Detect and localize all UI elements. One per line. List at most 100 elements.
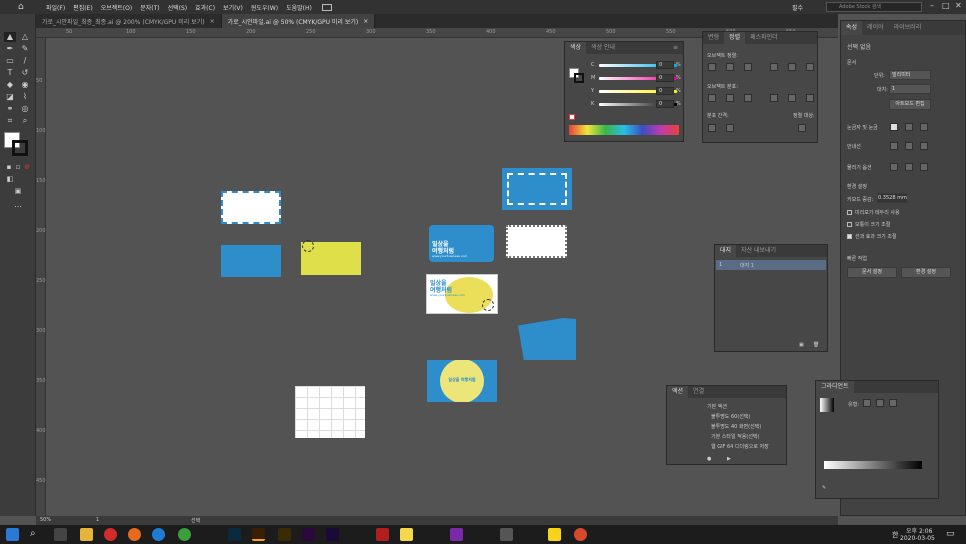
more-tools-icon[interactable]: ⋯ bbox=[12, 202, 24, 212]
kakaotalk-icon[interactable] bbox=[548, 528, 561, 541]
keyboard-increment-input[interactable]: 0.3528 mm bbox=[877, 193, 907, 203]
tab-gradient[interactable]: 그라디언트 bbox=[816, 381, 854, 393]
bridge-icon[interactable] bbox=[278, 528, 291, 541]
draw-mode-icon[interactable]: ◧ bbox=[4, 174, 16, 184]
record-icon[interactable]: ● bbox=[707, 456, 711, 462]
minimize-icon[interactable]: – bbox=[930, 1, 934, 10]
scale-corners-checkbox[interactable] bbox=[847, 222, 852, 227]
tab-color-guide[interactable]: 색상 안내 bbox=[586, 42, 620, 54]
home-icon[interactable]: ⌂ bbox=[18, 2, 28, 12]
eyedropper-icon[interactable]: ⌇ bbox=[19, 92, 31, 102]
black-value-input[interactable]: 0 bbox=[656, 100, 674, 108]
lock-guides-icon[interactable] bbox=[905, 142, 913, 150]
artwork-blue-frame[interactable] bbox=[502, 168, 572, 210]
business-card-circle[interactable]: 일상을 여행처럼 bbox=[427, 360, 497, 402]
tab-artboards[interactable]: 대지 bbox=[715, 245, 737, 257]
curvature-icon[interactable]: ✎ bbox=[19, 44, 31, 54]
snap-grid-icon[interactable] bbox=[905, 163, 913, 171]
eraser-icon[interactable]: ◆ bbox=[4, 80, 16, 90]
cyan-value-input[interactable]: 0 bbox=[656, 61, 674, 69]
screen-mode-icon[interactable]: ▣ bbox=[12, 186, 24, 196]
zoom-dropdown[interactable]: 50% bbox=[40, 517, 51, 523]
zoom-icon[interactable]: ⌕ bbox=[19, 116, 31, 126]
rectangle-tool-icon[interactable]: ▭ bbox=[4, 56, 16, 66]
type-tool-icon[interactable]: T bbox=[4, 68, 16, 78]
tab-close-icon[interactable]: × bbox=[210, 18, 215, 25]
layout-switch-icon[interactable] bbox=[321, 3, 332, 11]
action-row[interactable]: 기본 액션 bbox=[707, 403, 727, 410]
artwork-yellow-rect[interactable] bbox=[301, 240, 361, 275]
distribute-vcenter-icon[interactable] bbox=[726, 94, 734, 102]
close-icon[interactable]: ✕ bbox=[955, 1, 962, 10]
tab-color[interactable]: 색상 bbox=[565, 42, 587, 54]
chrome-icon[interactable] bbox=[178, 528, 191, 541]
tab-doc-2[interactable]: 가로_시안파일.ai @ 50% (CMYK/GPU 미리 보기) × bbox=[221, 14, 376, 28]
chrome-2-icon[interactable] bbox=[574, 528, 587, 541]
tab-libraries[interactable]: 라이브러리 bbox=[889, 21, 927, 35]
menu-window[interactable]: 윈도우(W) bbox=[247, 3, 282, 12]
maximize-icon[interactable]: □ bbox=[942, 1, 950, 10]
rotate-icon[interactable]: ↺ bbox=[19, 68, 31, 78]
guides-toggle-icon[interactable] bbox=[890, 142, 898, 150]
new-artboard-icon[interactable]: ▣ bbox=[799, 342, 804, 348]
menu-edit[interactable]: 편집(E) bbox=[69, 3, 97, 12]
artboard-row[interactable]: 1 대지 1 bbox=[716, 260, 826, 270]
artboard-tool-icon[interactable]: ⌗ bbox=[4, 116, 16, 126]
artwork-blue-rect[interactable] bbox=[221, 245, 281, 277]
distribute-vspace-icon[interactable] bbox=[708, 124, 716, 132]
photoshop-icon[interactable] bbox=[228, 528, 241, 541]
after-effects-icon[interactable] bbox=[326, 528, 339, 541]
yellow-value-input[interactable]: 0 bbox=[656, 87, 674, 95]
align-right-icon[interactable] bbox=[744, 63, 752, 71]
align-top-icon[interactable] bbox=[770, 63, 778, 71]
action-row[interactable]: 기본 스타일 적용(선택) bbox=[711, 433, 759, 440]
ruler-toggle-icon[interactable] bbox=[890, 123, 898, 131]
edge-icon[interactable] bbox=[152, 528, 165, 541]
tab-properties[interactable]: 속성 bbox=[841, 21, 863, 35]
menu-type[interactable]: 문자(T) bbox=[136, 3, 163, 12]
stroke-swatch[interactable] bbox=[12, 140, 28, 156]
artwork-white-stamp[interactable] bbox=[506, 225, 567, 258]
menu-object[interactable]: 오브젝트(O) bbox=[97, 3, 137, 12]
tab-actions[interactable]: 액션 bbox=[667, 386, 689, 398]
artboard-nav-value[interactable]: 1 bbox=[96, 517, 99, 523]
search-icon[interactable]: ⌕ bbox=[30, 528, 43, 541]
distribute-right-icon[interactable] bbox=[806, 94, 814, 102]
notification-icon[interactable]: ▭ bbox=[946, 529, 955, 539]
stroke-swatch[interactable] bbox=[574, 73, 584, 83]
artwork-white-dashed[interactable] bbox=[221, 191, 281, 224]
distribute-left-icon[interactable] bbox=[770, 94, 778, 102]
artwork-skewed-blue[interactable] bbox=[518, 318, 576, 360]
tab-layers[interactable]: 레이어 bbox=[862, 21, 889, 35]
grid-toggle-icon[interactable] bbox=[905, 123, 913, 131]
tab-pathfinder[interactable]: 패스파인더 bbox=[745, 32, 783, 44]
task-view-icon[interactable] bbox=[54, 528, 67, 541]
action-row[interactable]: 불투명도 40 화면(선택) bbox=[711, 423, 761, 430]
distribute-bottom-icon[interactable] bbox=[744, 94, 752, 102]
edit-artboards-button[interactable]: 아트보드 편집 bbox=[889, 99, 931, 110]
gradient-swatch[interactable] bbox=[820, 398, 834, 412]
freeform-gradient-icon[interactable] bbox=[889, 399, 897, 407]
scale-strokes-checkbox[interactable] bbox=[847, 234, 852, 239]
eyedropper-icon[interactable]: ✎ bbox=[822, 485, 826, 491]
none-color-swatch[interactable] bbox=[569, 114, 575, 120]
symbol-sprayer-icon[interactable]: ◎ bbox=[19, 104, 31, 114]
align-to-icon[interactable] bbox=[798, 124, 806, 132]
tab-transform[interactable]: 변형 bbox=[703, 32, 724, 44]
panel-menu-icon[interactable]: ≡ bbox=[668, 42, 683, 54]
none-mode-icon[interactable]: ⊘ bbox=[21, 162, 33, 172]
selection-tool-icon[interactable]: ▲ bbox=[4, 32, 16, 42]
menu-help[interactable]: 도움말(H) bbox=[282, 3, 316, 12]
ime-indicator[interactable]: 한 bbox=[892, 530, 898, 540]
align-bottom-icon[interactable] bbox=[806, 63, 814, 71]
premiere-icon[interactable] bbox=[302, 528, 315, 541]
transparency-grid-icon[interactable] bbox=[920, 123, 928, 131]
pen-tool-icon[interactable]: ✒ bbox=[4, 44, 16, 54]
blend-icon[interactable]: ⚭ bbox=[4, 104, 16, 114]
business-card-white[interactable]: 일상을 여행처럼 www.yourbusiness.com bbox=[426, 274, 498, 314]
preview-bounds-checkbox[interactable] bbox=[847, 210, 852, 215]
distribute-hcenter-icon[interactable] bbox=[788, 94, 796, 102]
magenta-value-input[interactable]: 0 bbox=[656, 74, 674, 82]
tab-align[interactable]: 정렬 bbox=[724, 32, 746, 44]
tab-doc-1[interactable]: 가로_시안파일_최종_최종.ai @ 200% (CMYK/GPU 미리 보기)… bbox=[36, 14, 222, 28]
